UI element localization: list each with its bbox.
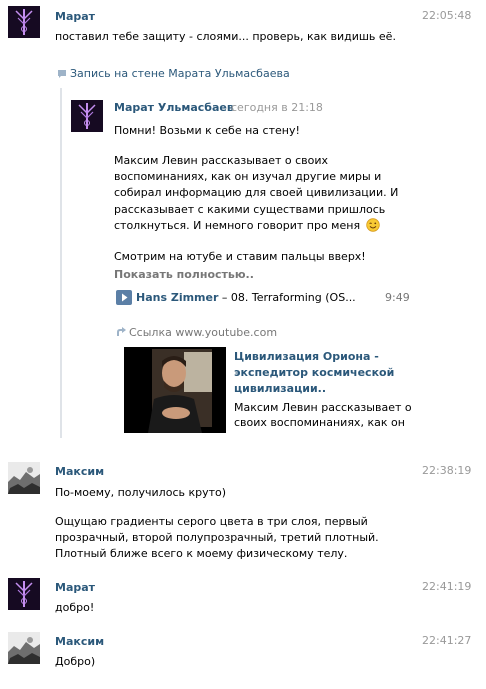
wall-post-text-line: столкнуться. И немного говорит про меня: [114, 219, 361, 232]
video-title[interactable]: Цивилизация Ориона -: [234, 349, 379, 364]
wall-post-text: рассказывает с какими существами пришлос…: [114, 203, 386, 216]
audio-track[interactable]: Hans Zimmer – 08. Terraforming (OS...: [136, 290, 356, 305]
message-text: Ощущаю градиенты серого цвета в три слоя…: [55, 515, 368, 528]
speech-bubble-icon: [57, 69, 67, 78]
message-author[interactable]: Максим: [55, 635, 104, 648]
wall-post-text: Смотрим на ютубе и ставим пальцы вверх!: [114, 250, 366, 263]
audio-artist[interactable]: Hans Zimmer: [136, 291, 218, 304]
message-text: поставил тебе защиту - слоями... проверь…: [55, 30, 396, 43]
wall-post-text: собирал информацию для своей цивилизации…: [114, 186, 399, 199]
avatar-maksim[interactable]: [8, 632, 40, 664]
message-author[interactable]: Марат: [55, 10, 95, 23]
video-description: Максим Левин рассказывает о: [234, 401, 412, 414]
link-arrow-icon: [116, 327, 126, 337]
audio-duration: 9:49: [385, 291, 410, 304]
video-title[interactable]: цивилизации..: [234, 381, 326, 396]
message-text: Плотный ближе всего к моему физическому …: [55, 547, 348, 560]
message-text: прозрачный, второй полупрозрачный, трети…: [55, 531, 379, 544]
video-thumbnail[interactable]: [124, 347, 226, 433]
repost-divider: [60, 88, 62, 438]
wall-post-text: Помни! Возьми к себе на стену!: [114, 124, 300, 137]
audio-title: 08. Terraforming (OS...: [230, 291, 356, 304]
video-description: своих воспоминаниях, как он: [234, 416, 405, 429]
avatar-marat[interactable]: [8, 578, 40, 610]
audio-separator: –: [218, 291, 231, 304]
message-text: добро!: [55, 601, 95, 614]
wall-post-text: воспоминаниях, как он изучал другие миры…: [114, 170, 382, 183]
play-icon[interactable]: [116, 290, 132, 305]
show-more-link[interactable]: Показать полностью..: [114, 267, 254, 282]
message-text: Добро): [55, 655, 96, 668]
message-text: По-моему, получилось круто): [55, 486, 227, 499]
wall-post-text: Максим Левин рассказывает о своих: [114, 154, 329, 167]
message-time: 22:41:27: [422, 634, 472, 647]
wink-emoji-icon: [365, 218, 380, 236]
wall-post-text: столкнуться. И немного говорит про меня: [114, 218, 380, 236]
avatar-maksim[interactable]: [8, 462, 40, 494]
avatar-marat-ulmasbaev[interactable]: [71, 100, 103, 132]
message-time: 22:05:48: [422, 9, 472, 22]
wall-post-author[interactable]: Марат Ульмасбаев: [114, 101, 234, 114]
message-author[interactable]: Максим: [55, 465, 104, 478]
message-author[interactable]: Марат: [55, 581, 95, 594]
wall-post-time[interactable]: сегодня в 21:18: [231, 101, 323, 114]
message-time: 22:38:19: [422, 464, 472, 477]
video-title[interactable]: экспедитор космической: [234, 365, 394, 380]
link-label[interactable]: Ссылка www.youtube.com: [129, 325, 277, 340]
wall-post-label[interactable]: Запись на стене Марата Ульмасбаева: [70, 66, 290, 81]
avatar-marat[interactable]: [8, 6, 40, 38]
message-time: 22:41:19: [422, 580, 472, 593]
